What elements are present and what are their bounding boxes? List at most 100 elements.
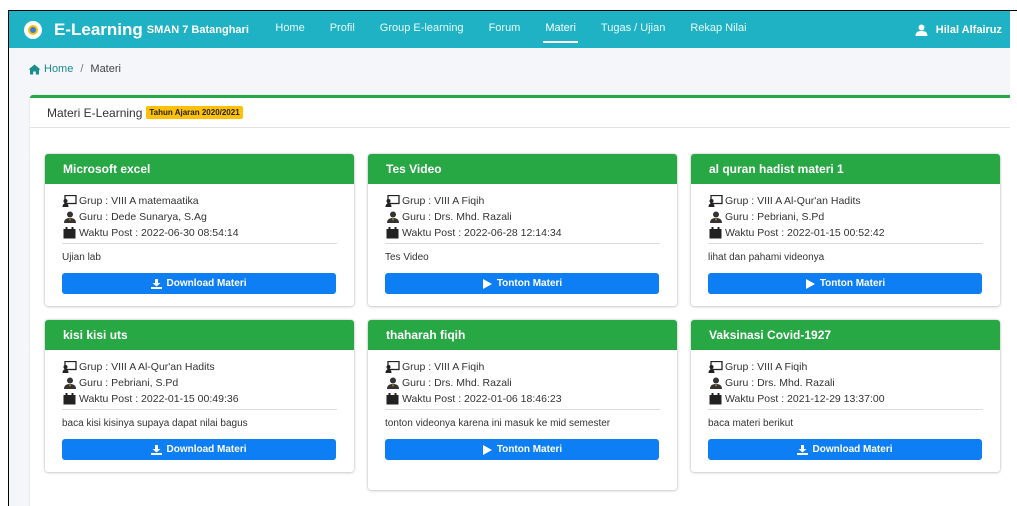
materi-grup: Grup : VIII A Al-Qur'an Hadits [79, 361, 215, 373]
materi-guru: Guru : Dede Sunarya, S.Ag [79, 211, 207, 223]
download-materi-button[interactable]: Download Materi [62, 439, 336, 460]
divider [62, 409, 337, 410]
materi-description: lihat dan pahami videonya [708, 252, 825, 263]
materi-card-title: kisi kisi uts [45, 320, 354, 350]
chalkboard-icon [385, 195, 400, 207]
materi-card: Vaksinasi Covid-1927 Grup : VIII A Fiqih… [691, 320, 1000, 472]
user-icon [915, 24, 928, 36]
materi-card: kisi kisi uts Grup : VIII A Al-Qur'an Ha… [45, 320, 354, 472]
teacher-icon [708, 211, 723, 223]
user-menu[interactable]: Hilal Alfairuz [915, 11, 1002, 48]
breadcrumb-home[interactable]: Home [28, 63, 73, 75]
school-logo-icon [24, 20, 42, 39]
nav-item-group-elearning[interactable]: Group E-learning [367, 11, 476, 48]
button-label: Download Materi [166, 444, 247, 455]
teacher-icon [62, 377, 77, 389]
divider [385, 409, 660, 410]
materi-guru: Guru : Drs. Mhd. Razali [402, 377, 512, 389]
download-materi-button[interactable]: Download Materi [708, 439, 982, 460]
materi-grup: Grup : VIII A Fiqih [725, 361, 808, 373]
materi-waktu: Waktu Post : 2022-06-30 08:54:14 [79, 227, 239, 239]
teacher-icon [385, 211, 400, 223]
button-label: Tonton Materi [496, 444, 563, 455]
materi-guru: Guru : Drs. Mhd. Razali [725, 377, 835, 389]
calendar-icon [385, 393, 400, 405]
home-icon [28, 64, 41, 74]
calendar-icon [385, 227, 400, 239]
academic-year-badge: Tahun Ajaran 2020/2021 [146, 106, 243, 119]
materi-card: Tes Video Grup : VIII A Fiqih Guru : Drs… [368, 154, 677, 306]
calendar-icon [708, 393, 723, 405]
nav-item-profil[interactable]: Profil [317, 11, 367, 48]
nav-item-materi[interactable]: Materi [533, 11, 589, 48]
materi-card-title: Vaksinasi Covid-1927 [691, 320, 1000, 350]
nav-item-rekap-nilai[interactable]: Rekap Nilai [678, 11, 759, 48]
divider [708, 409, 983, 410]
brand-title: E-Learning [54, 19, 143, 39]
play-icon [805, 278, 815, 289]
materi-guru: Guru : Drs. Mhd. Razali [402, 211, 512, 223]
materi-card: thaharah fiqih Grup : VIII A Fiqih Guru … [368, 320, 677, 490]
materi-grup: Grup : VIII A matemaatika [79, 195, 199, 207]
button-label: Download Materi [166, 278, 247, 289]
panel-title: Materi E-Learning [47, 105, 143, 120]
chalkboard-icon [385, 361, 400, 373]
breadcrumb-home-label: Home [44, 63, 74, 75]
chalkboard-icon [62, 361, 77, 373]
nav-menu: Home Profil Group E-learning Forum Mater… [263, 11, 759, 48]
materi-description: Ujian lab [62, 252, 101, 263]
materi-grup: Grup : VIII A Al-Qur'an Hadits [725, 195, 861, 207]
divider [385, 243, 660, 244]
tonton-materi-button[interactable]: Tonton Materi [385, 439, 659, 460]
materi-card-title: thaharah fiqih [368, 320, 677, 350]
tonton-materi-button[interactable]: Tonton Materi [385, 273, 659, 294]
button-label: Download Materi [812, 444, 893, 455]
materi-guru: Guru : Pebriani, S.Pd [79, 377, 179, 389]
download-materi-button[interactable]: Download Materi [62, 273, 336, 294]
materi-grup: Grup : VIII A Fiqih [402, 361, 485, 373]
materi-description: baca kisi kisinya supaya dapat nilai bag… [62, 418, 248, 429]
nav-item-home[interactable]: Home [263, 11, 317, 48]
download-icon [151, 444, 163, 455]
materi-waktu: Waktu Post : 2022-01-15 00:49:36 [79, 393, 239, 405]
divider [708, 243, 983, 244]
materi-waktu: Waktu Post : 2021-12-29 13:37:00 [725, 393, 885, 405]
materi-card: Microsoft excel Grup : VIII A matemaatik… [45, 154, 354, 306]
chalkboard-icon [708, 195, 723, 207]
breadcrumb-current: Materi [90, 63, 121, 75]
teacher-icon [708, 377, 723, 389]
calendar-icon [708, 227, 723, 239]
materi-card-title: Tes Video [368, 154, 677, 184]
materi-description: baca materi berikut [708, 418, 794, 429]
materi-description: tonton videonya karena ini masuk ke mid … [385, 418, 611, 429]
app-window: E-Learning SMAN 7 Batanghari Home Profil… [9, 11, 1010, 506]
teacher-icon [62, 211, 77, 223]
breadcrumb: Home / Materi [28, 63, 121, 75]
button-label: Tonton Materi [819, 278, 886, 289]
play-icon [482, 278, 492, 289]
nav-item-forum[interactable]: Forum [476, 11, 533, 48]
materi-card: al quran hadist materi 1 Grup : VIII A A… [691, 154, 1000, 306]
brand[interactable]: E-Learning SMAN 7 Batanghari [24, 11, 249, 48]
play-icon [482, 444, 492, 455]
download-icon [151, 278, 163, 289]
chalkboard-icon [62, 195, 77, 207]
download-icon [797, 444, 809, 455]
user-name: Hilal Alfairuz [935, 23, 1002, 36]
materi-waktu: Waktu Post : 2022-06-28 12:14:34 [402, 227, 562, 239]
materi-waktu: Waktu Post : 2022-01-15 00:52:42 [725, 227, 885, 239]
materi-waktu: Waktu Post : 2022-01-06 18:46:23 [402, 393, 562, 405]
calendar-icon [62, 393, 77, 405]
screenshot-frame: E-Learning SMAN 7 Batanghari Home Profil… [0, 0, 1017, 506]
calendar-icon [62, 227, 77, 239]
nav-item-tugas-ujian[interactable]: Tugas / Ujian [588, 11, 677, 48]
materi-card-title: Microsoft excel [45, 154, 354, 184]
breadcrumb-separator: / [80, 63, 84, 75]
panel-header: Materi E-Learning Tahun Ajaran 2020/2021 [30, 98, 1010, 128]
brand-subtitle: SMAN 7 Batanghari [146, 23, 249, 36]
tonton-materi-button[interactable]: Tonton Materi [708, 273, 982, 294]
button-label: Tonton Materi [496, 278, 563, 289]
top-navbar: E-Learning SMAN 7 Batanghari Home Profil… [9, 11, 1010, 48]
divider [62, 243, 337, 244]
chalkboard-icon [708, 361, 723, 373]
